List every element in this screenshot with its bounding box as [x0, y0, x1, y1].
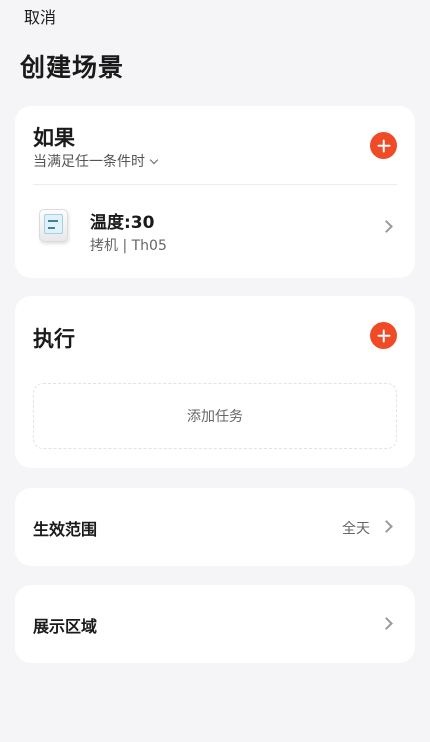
condition-mode-label: 当满足任一条件时	[33, 154, 145, 170]
condition-device: 拷机 | Th05	[90, 238, 167, 254]
chevron-down-icon	[149, 155, 159, 164]
page-title: 创建场景	[20, 53, 125, 82]
add-task-label: 添加任务	[187, 409, 243, 425]
divider	[33, 184, 397, 185]
display-area-row[interactable]: 展示区域	[15, 585, 415, 663]
thermometer-hygrometer-icon	[39, 209, 68, 242]
condition-mode-dropdown[interactable]: 当满足任一条件时	[33, 151, 159, 171]
condition-row[interactable]: 温度:30 拷机 | Th05	[15, 192, 415, 262]
add-task-button[interactable]: 添加任务	[33, 383, 397, 449]
if-card: 如果 当满足任一条件时 温度:30 拷机 | Th05	[15, 106, 415, 278]
effective-range-value: 全天	[342, 521, 370, 537]
condition-name: 温度:30	[90, 213, 155, 233]
effective-range-label: 生效范围	[33, 520, 98, 539]
do-card: 执行 添加任务	[15, 296, 415, 468]
cancel-button[interactable]: 取消	[24, 4, 56, 28]
chevron-right-icon	[380, 520, 393, 533]
add-condition-button[interactable]	[370, 132, 397, 159]
add-action-button[interactable]	[370, 322, 397, 349]
effective-range-row[interactable]: 生效范围 全天	[15, 488, 415, 566]
do-section-title: 执行	[33, 327, 75, 351]
display-area-label: 展示区域	[33, 617, 98, 636]
chevron-right-icon	[380, 617, 393, 630]
chevron-right-icon	[380, 220, 393, 233]
if-section-title: 如果	[33, 126, 75, 150]
